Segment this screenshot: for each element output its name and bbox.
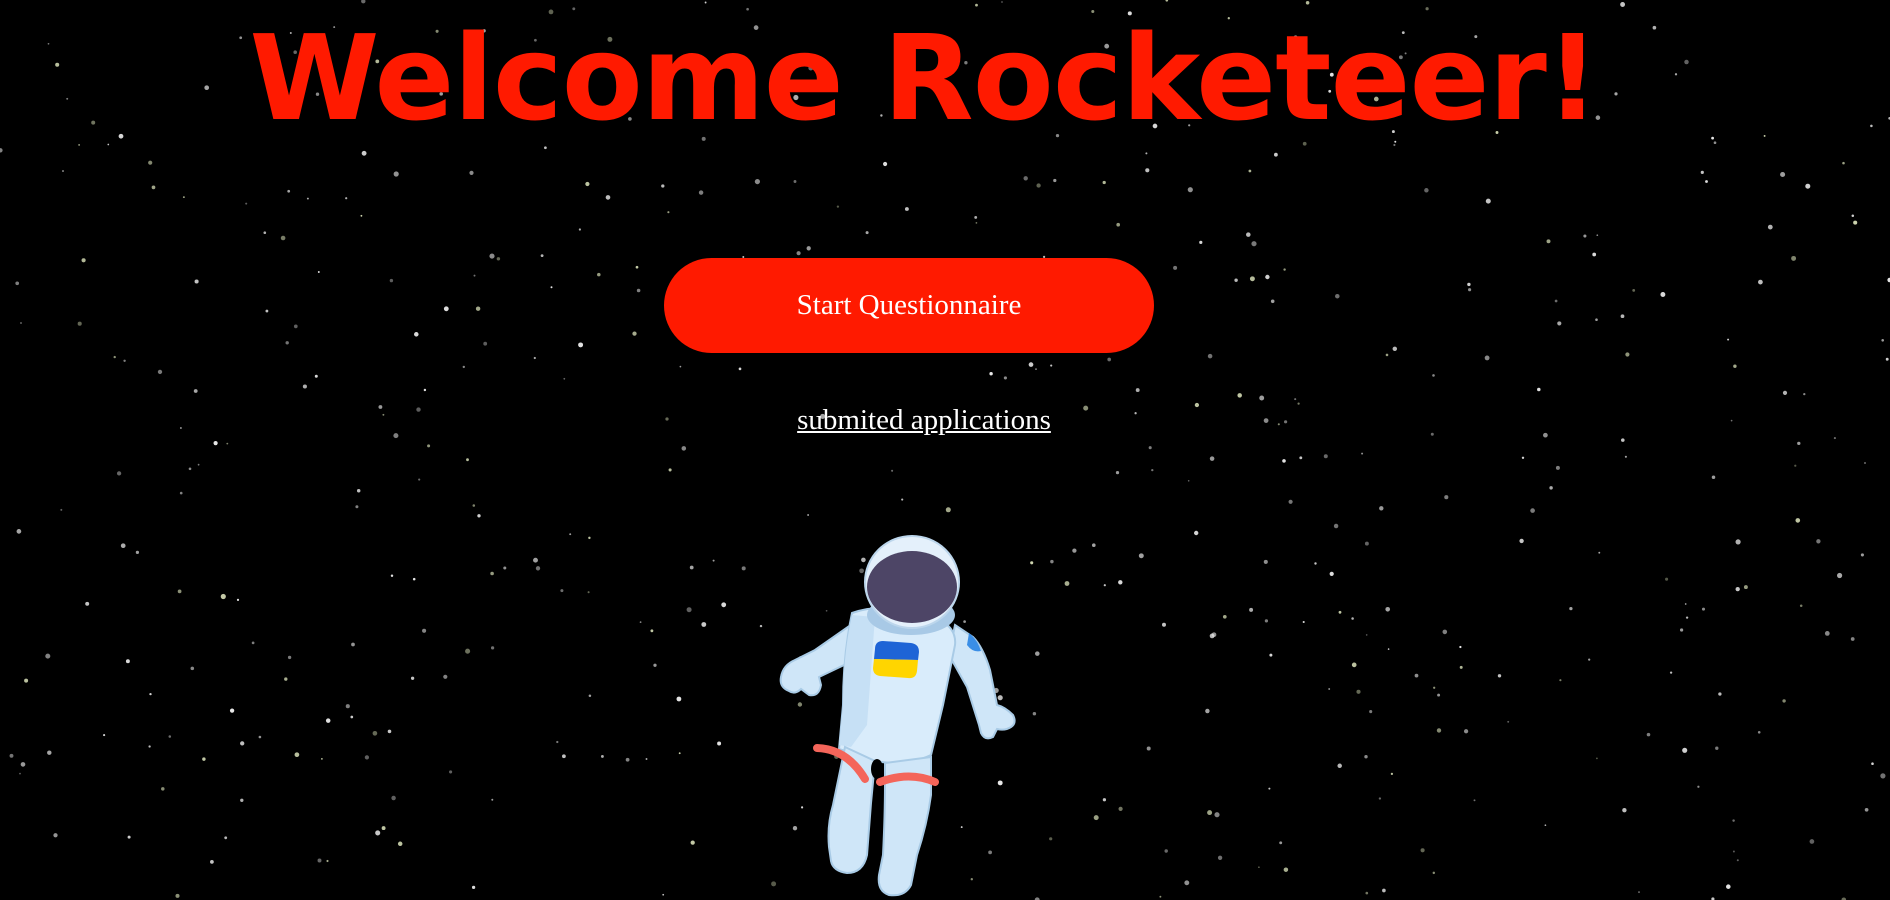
- astronaut-icon: [779, 535, 1016, 897]
- welcome-page: Welcome Rocketeer! Start Questionnaire s…: [0, 0, 1890, 900]
- start-questionnaire-button[interactable]: Start Questionnaire: [664, 258, 1154, 353]
- ukraine-flag-icon: [873, 641, 919, 679]
- submitted-applications-link[interactable]: submited applications: [0, 400, 1848, 440]
- page-title: Welcome Rocketeer!: [249, 9, 1599, 147]
